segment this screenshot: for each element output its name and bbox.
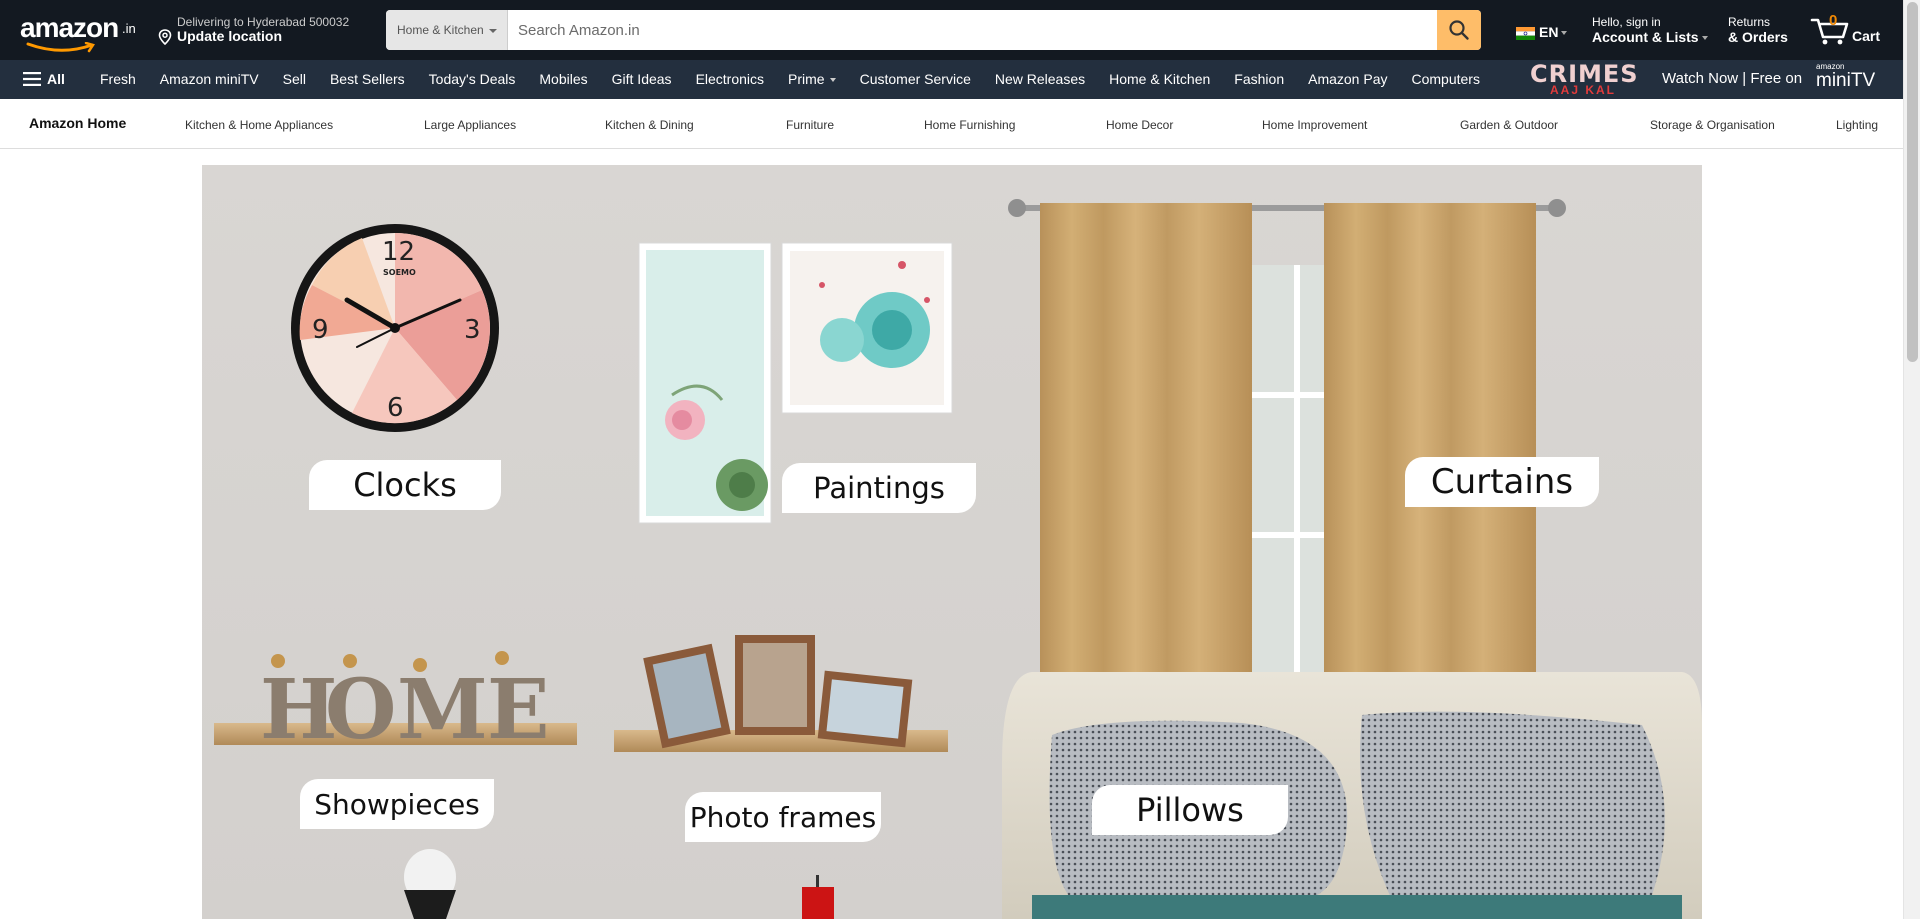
subnav-item-home-improvement[interactable]: Home Improvement bbox=[1262, 118, 1367, 132]
home-decor-hero-banner[interactable]: H O M E 12 3 6 9 SOEMO Clocks Paintings … bbox=[202, 165, 1702, 919]
search-icon bbox=[1449, 20, 1469, 40]
location-pin-icon bbox=[158, 29, 172, 45]
search-category-dropdown[interactable]: Home & Kitchen bbox=[386, 10, 508, 50]
smile-arrow-icon bbox=[26, 42, 95, 53]
nav-item-mobiles[interactable]: Mobiles bbox=[527, 60, 599, 99]
cart-button[interactable]: 0 Cart bbox=[1810, 12, 1890, 48]
promo-brand: miniTV bbox=[1816, 70, 1876, 91]
subnav-item-home-decor[interactable]: Home Decor bbox=[1106, 118, 1173, 132]
search-button[interactable] bbox=[1437, 10, 1481, 50]
caret-down-icon bbox=[1561, 31, 1568, 36]
nav-item-new-releases[interactable]: New Releases bbox=[983, 60, 1097, 99]
subnav-item-garden-outdoor[interactable]: Garden & Outdoor bbox=[1460, 118, 1558, 132]
main-navigation: All Fresh Amazon miniTV Sell Best Seller… bbox=[0, 60, 1903, 99]
search-input[interactable] bbox=[508, 10, 1437, 50]
tag-paintings[interactable]: Paintings bbox=[782, 463, 976, 513]
clock-number-3: 3 bbox=[464, 315, 481, 345]
search-category-label: Home & Kitchen bbox=[397, 23, 484, 37]
returns-label: Returns bbox=[1728, 15, 1771, 29]
language-label: EN bbox=[1539, 24, 1559, 40]
nav-item-sell[interactable]: Sell bbox=[271, 60, 318, 99]
clock-number-6: 6 bbox=[387, 393, 404, 423]
page-scrollbar[interactable] bbox=[1903, 0, 1920, 919]
subnav-item-kitchen-dining[interactable]: Kitchen & Dining bbox=[605, 118, 694, 132]
tag-photo-frames[interactable]: Photo frames bbox=[685, 792, 881, 842]
subnav-item-kitchen-home-appliances[interactable]: Kitchen & Home Appliances bbox=[185, 118, 333, 132]
nav-item-gift-ideas[interactable]: Gift Ideas bbox=[600, 60, 684, 99]
caret-down-icon bbox=[488, 28, 497, 33]
promo-show-subtitle: AAJ KAL bbox=[1550, 83, 1617, 97]
logo-suffix: .in bbox=[122, 21, 136, 36]
subnav-item-lighting[interactable]: Lighting bbox=[1836, 118, 1878, 132]
nav-item-computers[interactable]: Computers bbox=[1399, 60, 1491, 99]
nav-item-customer-service[interactable]: Customer Service bbox=[848, 60, 983, 99]
nav-item-fashion[interactable]: Fashion bbox=[1222, 60, 1296, 99]
language-code: EN bbox=[1539, 24, 1568, 40]
nav-item-prime-label: Prime bbox=[788, 71, 825, 87]
subnav-item-storage-organisation[interactable]: Storage & Organisation bbox=[1650, 118, 1775, 132]
minitv-promo-banner[interactable]: CRIMES AAJ KAL Watch Now | Free on amazo… bbox=[1528, 60, 1878, 99]
tag-pillows[interactable]: Pillows bbox=[1092, 785, 1288, 835]
update-location-link: Update location bbox=[177, 28, 283, 44]
nav-item-minitv[interactable]: Amazon miniTV bbox=[148, 60, 271, 99]
home-letter-e: E bbox=[487, 662, 550, 758]
cart-count: 0 bbox=[1829, 12, 1838, 29]
nav-item-amazon-pay[interactable]: Amazon Pay bbox=[1296, 60, 1399, 99]
search-bar: Home & Kitchen bbox=[386, 10, 1481, 50]
subnav-item-home-furnishing[interactable]: Home Furnishing bbox=[924, 118, 1015, 132]
wall-shelves: H O M E bbox=[214, 635, 948, 758]
nav-item-prime[interactable]: Prime bbox=[776, 60, 848, 99]
delivery-line: Delivering to Hyderabad 500032 bbox=[177, 15, 350, 29]
decor-bottom-items bbox=[404, 849, 834, 919]
india-flag-icon bbox=[1516, 27, 1535, 40]
account-lists-text: Account & Lists bbox=[1592, 29, 1699, 45]
subnav-title[interactable]: Amazon Home bbox=[29, 115, 126, 131]
nav-item-todays-deals[interactable]: Today's Deals bbox=[417, 60, 528, 99]
clock-number-9: 9 bbox=[312, 315, 329, 345]
nav-item-electronics[interactable]: Electronics bbox=[684, 60, 776, 99]
top-header: amazon .in Delivering to Hyderabad 50003… bbox=[0, 0, 1903, 60]
nav-item-home-kitchen[interactable]: Home & Kitchen bbox=[1097, 60, 1222, 99]
clock-brand: SOEMO bbox=[383, 268, 416, 277]
account-lists-label: Account & Lists bbox=[1592, 29, 1708, 45]
caret-down-icon bbox=[1701, 36, 1708, 41]
nav-item-best-sellers[interactable]: Best Sellers bbox=[318, 60, 417, 99]
nav-links: Fresh Amazon miniTV Sell Best Sellers To… bbox=[88, 60, 1492, 99]
cart-label: Cart bbox=[1852, 28, 1881, 44]
subnav-item-large-appliances[interactable]: Large Appliances bbox=[424, 118, 516, 132]
clock-number-12: 12 bbox=[382, 237, 416, 267]
tag-showpieces[interactable]: Showpieces bbox=[300, 779, 494, 829]
hamburger-menu-icon bbox=[23, 72, 41, 86]
category-subnav: Amazon Home Kitchen & Home Appliances La… bbox=[0, 99, 1903, 149]
nav-item-fresh[interactable]: Fresh bbox=[88, 60, 148, 99]
tag-clocks[interactable]: Clocks bbox=[309, 460, 501, 510]
tag-curtains[interactable]: Curtains bbox=[1405, 457, 1599, 507]
account-menu[interactable]: Hello, sign in Account & Lists bbox=[1592, 15, 1708, 45]
caret-down-icon bbox=[829, 78, 836, 83]
all-menu-label: All bbox=[47, 71, 65, 87]
subnav-item-furniture[interactable]: Furniture bbox=[786, 118, 834, 132]
promo-text: Watch Now | Free on bbox=[1662, 70, 1803, 87]
home-letter-o: O bbox=[325, 662, 396, 758]
home-letter-m: M bbox=[397, 662, 488, 758]
returns-orders-link[interactable]: Returns & Orders bbox=[1728, 15, 1788, 45]
amazon-logo[interactable]: amazon .in bbox=[20, 12, 140, 53]
scrollbar-thumb[interactable] bbox=[1907, 2, 1918, 362]
logo-text: amazon bbox=[20, 12, 119, 43]
all-menu-button[interactable]: All bbox=[23, 71, 65, 87]
language-selector[interactable]: EN bbox=[1516, 22, 1576, 42]
orders-label: & Orders bbox=[1728, 29, 1788, 45]
account-greeting: Hello, sign in bbox=[1592, 15, 1661, 29]
